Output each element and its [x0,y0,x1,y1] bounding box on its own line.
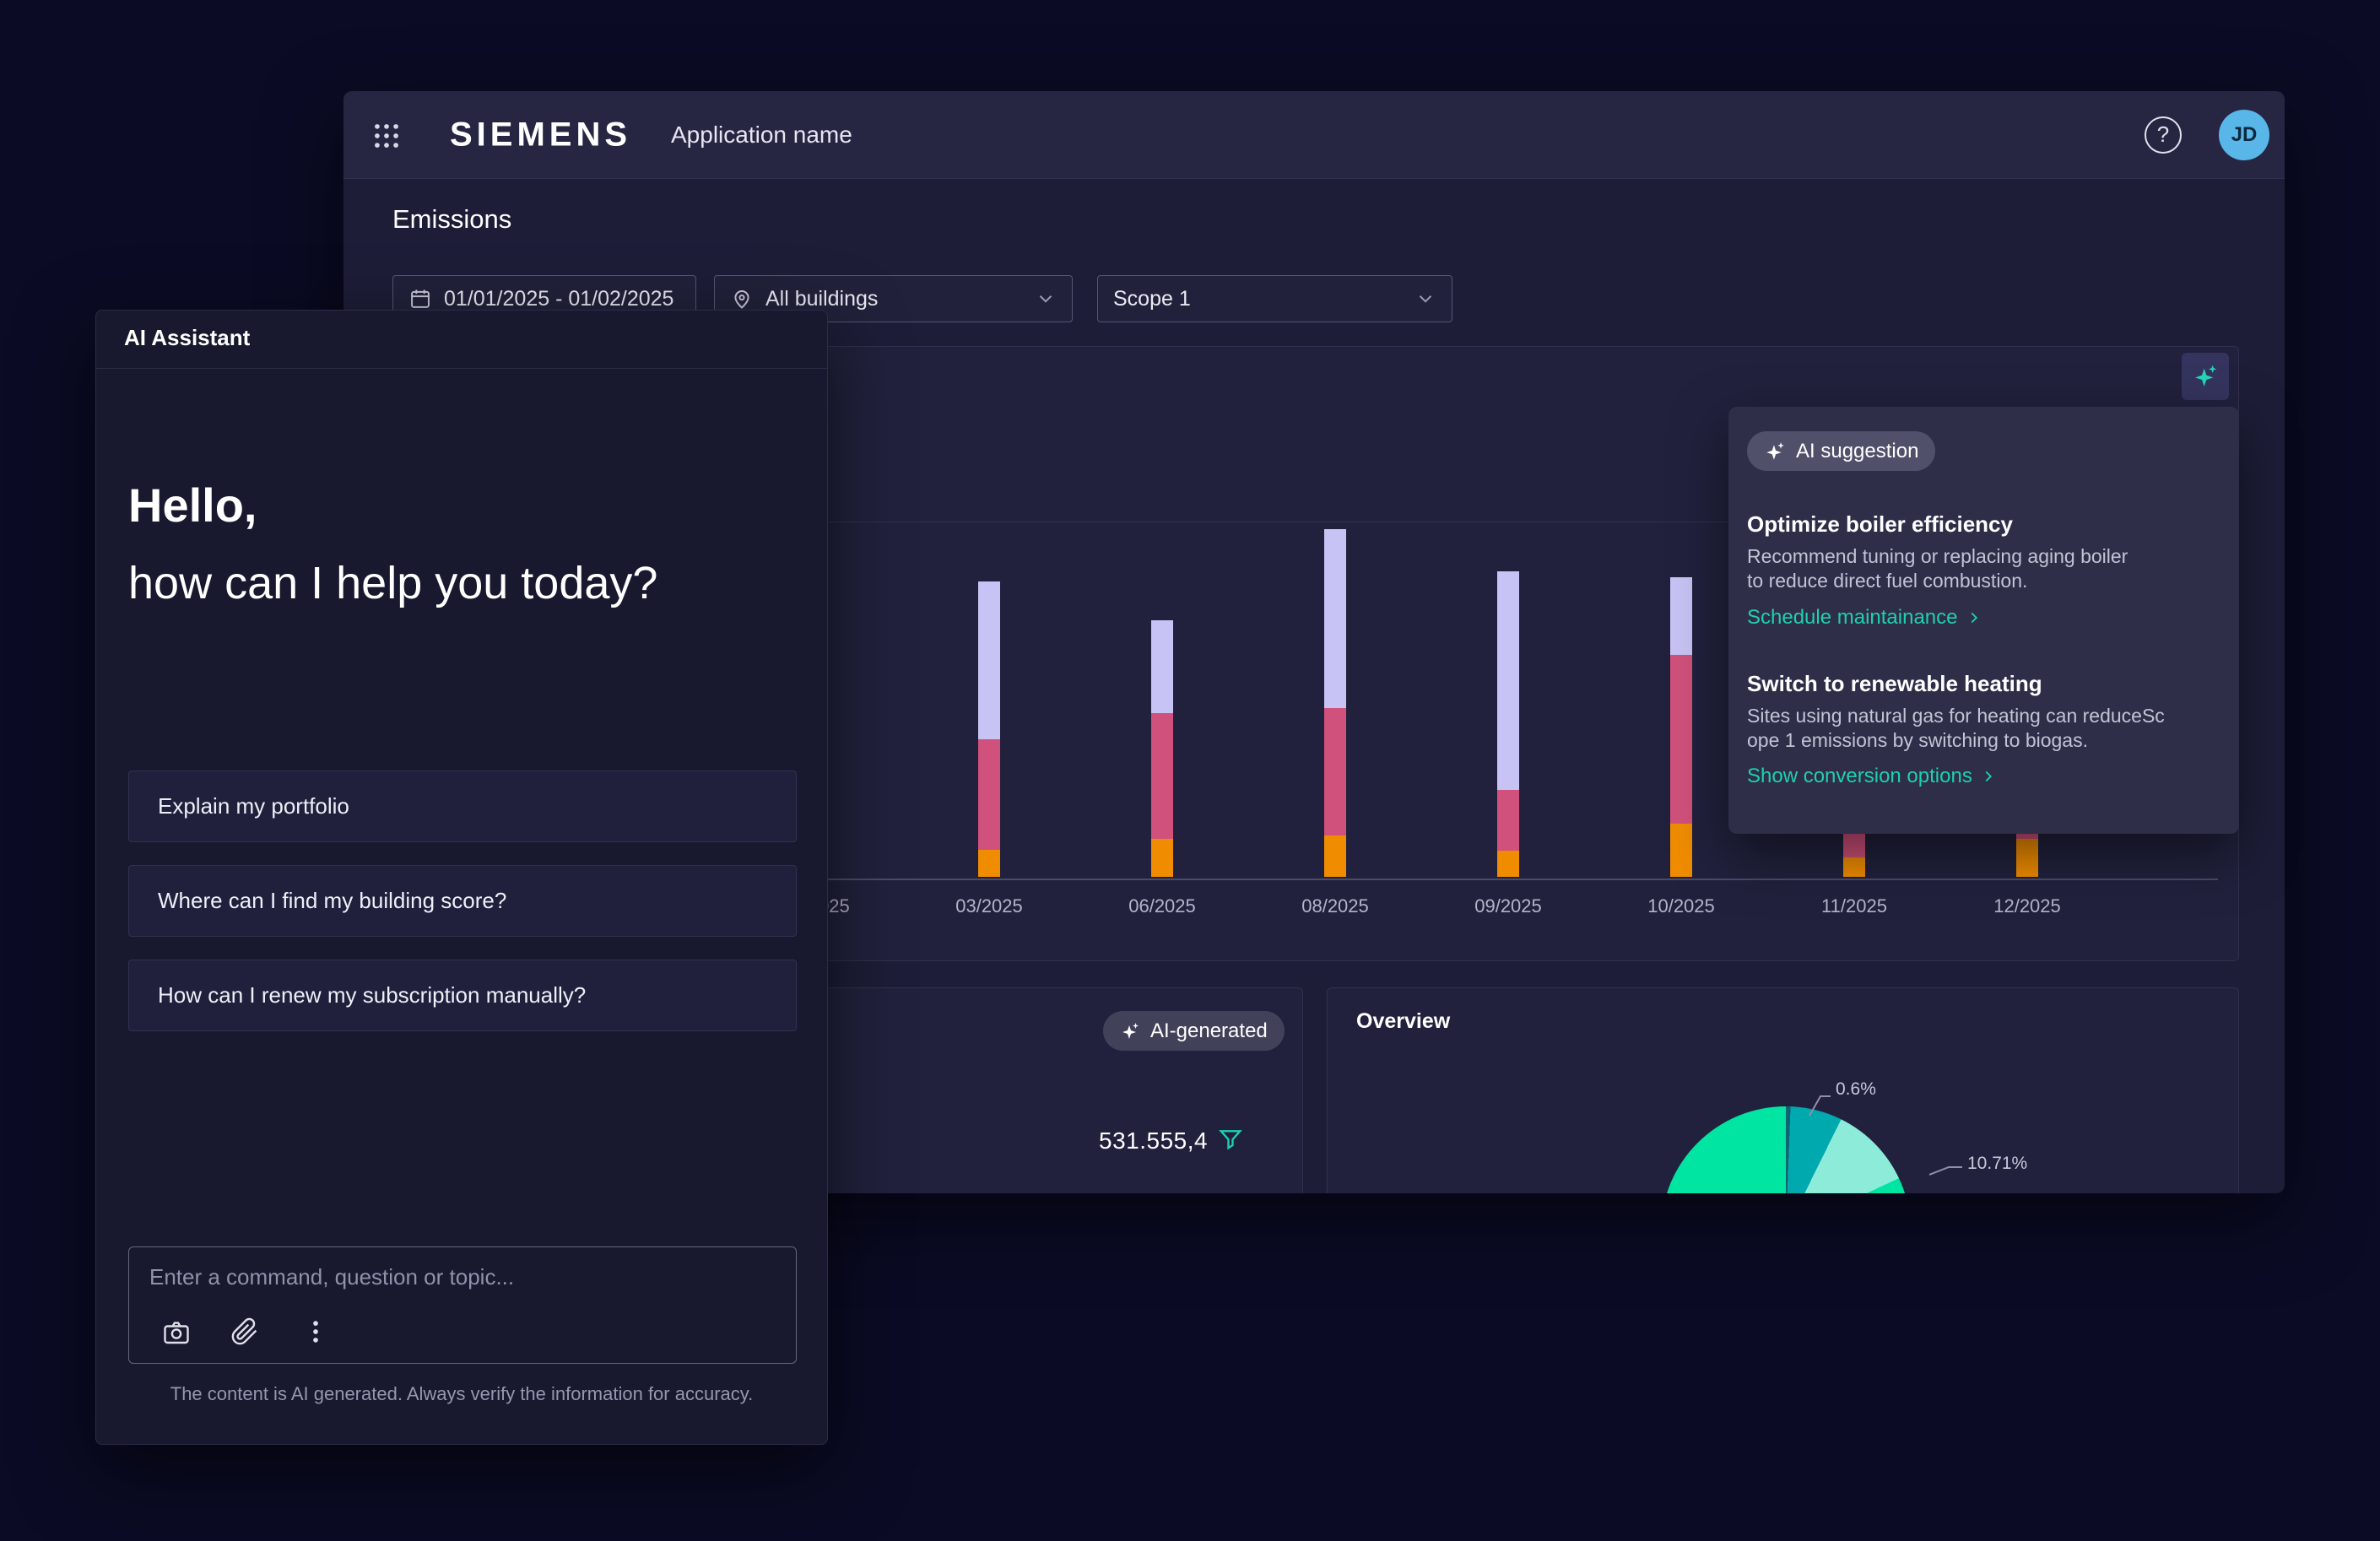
ai-generated-label: AI-generated [1150,1019,1268,1043]
pie-label-small: 0.6% [1836,1079,1876,1100]
x-axis-label: 12/2025 [1977,895,2078,917]
assistant-title: AI Assistant [124,325,250,351]
chevron-right-icon [1979,767,1998,786]
calendar-icon [408,287,432,311]
kpi-value: 531.555,4 [1099,1127,1208,1154]
bar-segment-segment-middle-pink [978,739,1000,850]
x-axis-label: 08/2025 [1285,895,1386,917]
bar-segment-segment-top-lavender [1324,529,1346,708]
pie-label-large: 10.71% [1967,1154,2027,1174]
assistant-suggestion-portfolio[interactable]: Explain my portfolio [128,770,797,842]
bar-segment-segment-top-lavender [978,581,1000,739]
overview-title: Overview [1356,1009,1450,1034]
page-title: Emissions [392,204,511,235]
chevron-right-icon [1965,608,1983,627]
overview-card: Overview 0.6% 10.71% [1327,987,2239,1193]
avatar[interactable]: JD [2219,110,2269,160]
assistant-input-container [128,1246,797,1364]
bar-segment-segment-middle-pink [1670,655,1692,824]
bar-segment-segment-middle-pink [1151,713,1173,839]
bar-segment-segment-bottom-orange [1151,839,1173,877]
bar-segment-segment-middle-pink [1324,708,1346,835]
buildings-value: All buildings [765,287,878,311]
assistant-greeting: how can I help you today? [128,557,657,609]
attachment-paperclip-icon[interactable] [230,1317,261,1348]
app-launcher-icon[interactable] [371,120,403,152]
bar-segment-segment-top-lavender [1497,571,1519,790]
sparkle-icon [1764,441,1786,462]
scope-dropdown[interactable]: Scope 1 [1097,275,1452,322]
ai-suggestion-label: AI suggestion [1796,440,1918,463]
ai-sparkle-button[interactable] [2182,353,2229,400]
chevron-down-icon [1414,288,1436,310]
x-axis-label: 11/2025 [1804,895,1905,917]
siemens-logo: SIEMENS [450,116,631,154]
schedule-maintenance-link[interactable]: Schedule maintainance [1747,606,1983,630]
bar-segment-segment-top-lavender [1151,620,1173,713]
x-axis-label: 03/2025 [938,895,1040,917]
location-pin-icon [730,287,754,311]
suggestion-title-1: Optimize boiler efficiency [1747,511,2013,538]
sparkle-icon [1120,1021,1140,1041]
bar-segment-segment-middle-pink [1497,790,1519,851]
more-options-kebab-icon[interactable] [301,1317,332,1348]
assistant-suggestion-building-score[interactable]: Where can I find my building score? [128,865,797,937]
suggestion-title-2: Switch to renewable heating [1747,671,2042,697]
bar-segment-segment-bottom-orange [1670,824,1692,877]
assistant-suggestion-subscription[interactable]: How can I renew my subscription manually… [128,960,797,1031]
suggestion-body-1: Recommend tuning or replacing aging boil… [1747,544,2128,593]
app-header: SIEMENS Application name ? JD [343,91,2285,179]
ai-suggestion-popover: AI suggestion Optimize boiler efficiency… [1728,407,2239,834]
help-icon[interactable]: ? [2145,116,2182,154]
bar-segment-segment-top-lavender [1670,577,1692,655]
bar-segment-segment-bottom-orange [1497,851,1519,877]
ai-suggestion-badge: AI suggestion [1747,431,1935,471]
assistant-disclaimer: The content is AI generated. Always veri… [96,1383,827,1405]
ai-assistant-panel: AI Assistant Hello, how can I help you t… [95,310,828,1445]
assistant-greeting-bold: Hello, [128,478,257,533]
ai-generated-badge: AI-generated [1103,1011,1285,1051]
x-axis-label: 09/2025 [1458,895,1559,917]
bar-segment-segment-bottom-orange [978,850,1000,877]
date-range-value: 01/01/2025 - 01/02/2025 [444,287,673,311]
x-axis-label: 06/2025 [1112,895,1213,917]
assistant-command-input[interactable] [149,1256,774,1298]
overview-pie-chart [1661,1106,1911,1193]
show-conversion-options-link[interactable]: Show conversion options [1747,765,1998,788]
bar-segment-segment-bottom-orange [2016,839,2038,877]
x-axis-label: 10/2025 [1631,895,1732,917]
scope-value: Scope 1 [1113,287,1191,311]
suggestion-body-2: Sites using natural gas for heating can … [1747,704,2165,753]
filter-funnel-icon[interactable] [1218,1126,1243,1151]
application-name: Application name [671,122,852,149]
divider [96,368,827,369]
chevron-down-icon [1035,288,1057,310]
bar-segment-segment-bottom-orange [1843,857,1865,877]
camera-icon[interactable] [161,1317,192,1348]
bar-segment-segment-bottom-orange [1324,835,1346,877]
